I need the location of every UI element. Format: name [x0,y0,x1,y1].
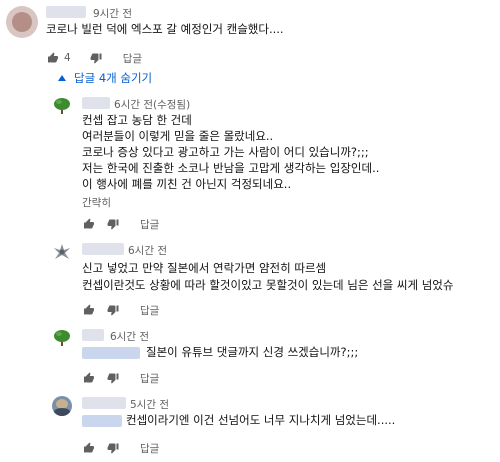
thumbs-up-icon[interactable] [82,303,96,317]
comment-actions: 4 답글 [46,50,142,66]
reply-text-line: 여러분들이 이렇게 믿을 줄은 몰랐네요.. [82,129,274,143]
avatar[interactable] [52,96,72,116]
reply-actions: 답글 [82,216,159,232]
reply-time[interactable]: 6시간 전(수정됨) [114,97,190,112]
reply-actions: 답글 [82,370,159,386]
reply-text-line: 신고 넣었고 만약 질본에서 연락가면 얌전히 따르셈 [82,261,327,275]
reply-time[interactable]: 6시간 전 [110,329,149,344]
avatar[interactable] [52,396,72,416]
reply-text: 질본이 유튜브 댓글까지 신경 쓰겠습니까?;;; [146,345,359,359]
reply-actions: 답글 [82,440,159,456]
reply-text-line: 저는 한국에 진출한 소코나 반남을 고맙게 생각하는 입장인데.. [82,161,380,175]
caret-up-icon [58,75,66,81]
hide-replies-label: 답글 4개 숨기기 [74,71,153,85]
thumbs-up-icon[interactable] [82,441,96,455]
reply-actions: 답글 [82,302,159,318]
reply-text-line: 이 행사에 폐를 끼친 건 아닌지 걱정되네요.. [82,177,292,191]
avatar[interactable] [52,328,72,348]
thumbs-down-icon[interactable] [89,51,103,65]
reply-button[interactable]: 답글 [123,51,142,66]
reply-button[interactable]: 답글 [140,371,159,386]
thumbs-down-icon[interactable] [106,217,120,231]
reply-time[interactable]: 5시간 전 [130,397,169,412]
author-name[interactable] [46,6,86,18]
author-name[interactable] [82,243,124,255]
mentioned-user-link[interactable] [82,347,140,359]
reply-button[interactable]: 답글 [140,217,159,232]
avatar[interactable] [52,242,72,262]
mentioned-user-link[interactable] [82,415,122,427]
show-less-link[interactable]: 간략히 [82,195,111,210]
reply-text: 컨셉이라기엔 이건 선넘어도 너무 지나치게 넘었는데..... [126,413,396,427]
reply-text-line: 컨셉이란것도 상황에 따라 할것이있고 못할것이 있는데 님은 선을 씨게 넘었… [82,278,454,292]
hide-replies-toggle[interactable]: 답글 4개 숨기기 [58,70,152,86]
reply-time[interactable]: 6시간 전 [128,243,167,258]
avatar[interactable] [6,6,38,38]
thumbs-up-icon[interactable] [82,371,96,385]
author-name[interactable] [82,397,126,409]
thumbs-up-icon[interactable] [82,217,96,231]
thumbs-down-icon[interactable] [106,441,120,455]
thumbs-up-icon[interactable] [46,51,60,65]
reply-text-line: 코로나 증상 있다고 광고하고 가는 사람이 어디 있습니까?;;; [82,145,369,159]
author-name[interactable] [82,329,104,341]
crest-icon [54,244,70,259]
thumbs-down-icon[interactable] [106,371,120,385]
reply-text-line: 컨셉 잡고 농담 한 건데 [82,113,192,127]
tree-icon [54,330,70,346]
author-name[interactable] [82,97,110,109]
tree-icon [54,98,70,114]
comment-time[interactable]: 9시간 전 [93,6,132,21]
like-count: 4 [64,52,71,64]
thumbs-down-icon[interactable] [106,303,120,317]
reply-button[interactable]: 답글 [140,441,159,456]
reply-button[interactable]: 답글 [140,303,159,318]
comment-text: 코로나 빌런 덕에 엑스포 갈 예정인거 캔슬했다.... [46,22,284,36]
